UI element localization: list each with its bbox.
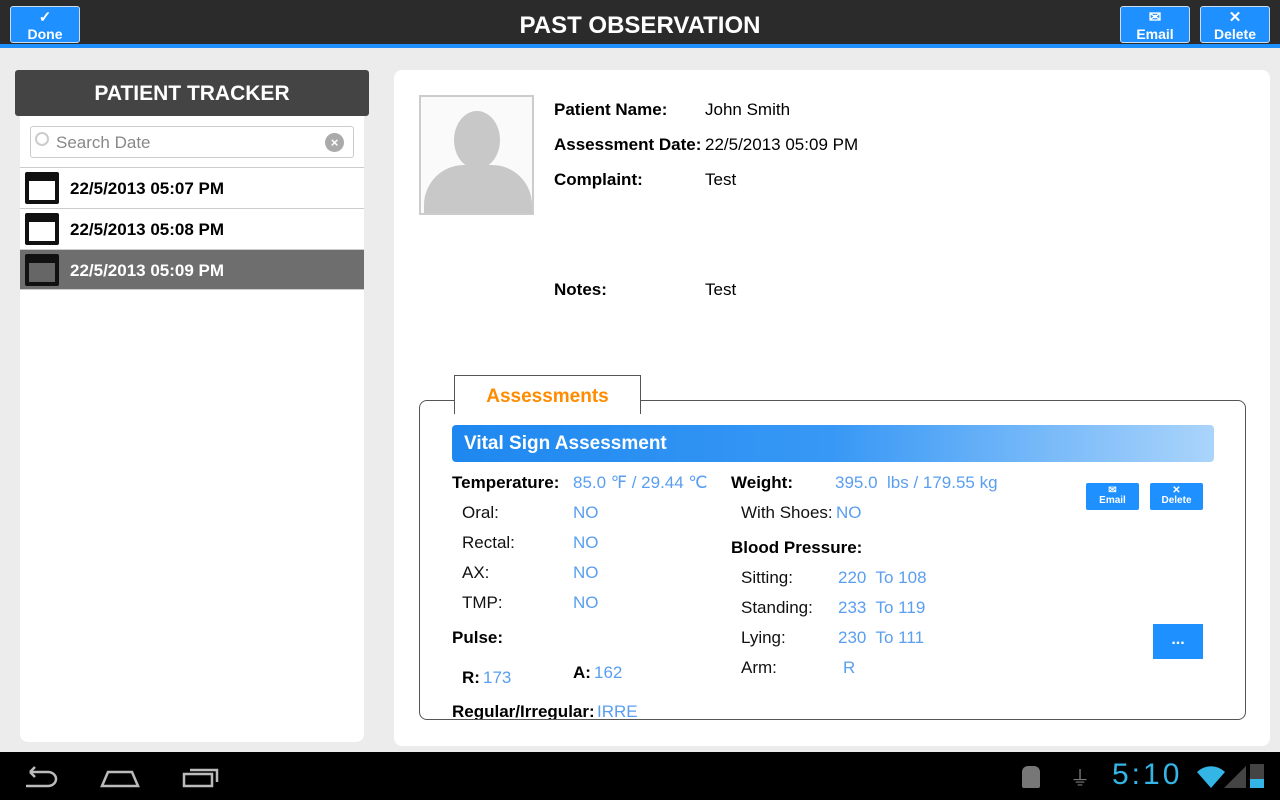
arm-label: Arm: <box>741 658 777 677</box>
panel-title: PATIENT TRACKER <box>15 70 369 116</box>
recent-apps-icon[interactable] <box>182 766 220 788</box>
section-title: Vital Sign Assessment <box>452 425 1214 462</box>
rectal-label: Rectal: <box>462 533 515 552</box>
complaint-label: Complaint: <box>554 170 643 189</box>
item-label: 22/5/2013 05:08 PM <box>70 220 225 239</box>
oral-value: NO <box>573 503 599 522</box>
notes-label: Notes: <box>554 280 607 299</box>
ax-label: AX: <box>462 563 490 582</box>
pulse-a-label: A: <box>573 663 591 682</box>
signal-icon <box>1224 766 1246 788</box>
lying-value: 230 To 111 <box>838 628 925 647</box>
patient-name-label: Patient Name: <box>554 100 668 119</box>
item-label: 22/5/2013 05:09 PM <box>70 261 225 280</box>
assessments-box: Vital Sign Assessment Temperature: 85.0 … <box>419 400 1246 720</box>
regular-label: Regular/Irregular: <box>452 702 595 720</box>
search-date-input[interactable]: Search Date × <box>30 126 354 158</box>
android-debug-icon <box>1022 766 1040 788</box>
patient-tracker-panel: PATIENT TRACKER Search Date × 22/5/2013 … <box>15 70 369 742</box>
assessment-email-button[interactable]: ✉ Email <box>1086 483 1139 510</box>
pulse-a-value: 162 <box>594 663 623 682</box>
regular-value: IRRE <box>597 702 638 720</box>
list-item[interactable]: 22/5/2013 05:07 PM <box>20 167 364 208</box>
blood-pressure-label: Blood Pressure: <box>731 538 863 557</box>
envelope-icon: ✉ <box>1148 9 1162 26</box>
email-label: Email <box>1136 26 1174 42</box>
arm-value: R <box>843 658 856 677</box>
calendar-icon <box>25 213 59 245</box>
temperature-label: Temperature: <box>452 473 560 492</box>
avatar <box>419 95 534 215</box>
with-shoes-value: NO <box>836 503 862 522</box>
rectal-value: NO <box>573 533 599 552</box>
pulse-r-label: R: <box>462 668 480 687</box>
weight-label: Weight: <box>731 473 794 492</box>
lying-label: Lying: <box>741 628 786 647</box>
battery-charging-icon <box>1250 764 1264 788</box>
oral-label: Oral: <box>462 503 499 522</box>
wifi-icon <box>1197 766 1225 788</box>
temperature-value: 85.0 ℉ / 29.44 ℃ <box>573 473 708 492</box>
tmp-value: NO <box>573 593 599 612</box>
sitting-label: Sitting: <box>741 568 793 587</box>
usb-icon: ⏚ <box>1070 768 1090 790</box>
calendar-icon <box>25 172 59 204</box>
with-shoes-label: With Shoes: <box>741 503 833 522</box>
delete-label: Delete <box>1161 495 1192 506</box>
search-placeholder: Search Date <box>56 133 151 152</box>
home-icon[interactable] <box>100 766 140 788</box>
email-button[interactable]: ✉ Email <box>1120 6 1190 43</box>
calendar-icon <box>25 254 59 286</box>
patient-name: John Smith <box>705 100 791 119</box>
action-bar: ✓ Done PAST OBSERVATION ✉ Email ✕ Delete <box>0 0 1280 48</box>
pulse-r-value: 173 <box>483 668 512 687</box>
standing-value: 233 To 119 <box>838 598 926 617</box>
notes: Test <box>705 280 737 299</box>
tab-assessments[interactable]: Assessments <box>454 375 641 414</box>
delete-label: Delete <box>1213 26 1257 42</box>
pulse-label: Pulse: <box>452 628 504 647</box>
x-icon: ✕ <box>1228 9 1242 26</box>
list-item-selected[interactable]: 22/5/2013 05:09 PM <box>20 249 364 290</box>
page-title: PAST OBSERVATION <box>519 12 761 39</box>
email-label: Email <box>1099 495 1126 506</box>
clear-icon[interactable]: × <box>325 133 344 152</box>
ax-value: NO <box>573 563 599 582</box>
weight-value: 395.0 lbs / 179.55 kg <box>835 473 998 492</box>
observation-detail: Patient Name: John Smith Assessment Date… <box>394 70 1270 746</box>
assessment-delete-button[interactable]: ✕ Delete <box>1150 483 1203 510</box>
tmp-label: TMP: <box>462 593 503 612</box>
delete-button[interactable]: ✕ Delete <box>1200 6 1270 43</box>
item-label: 22/5/2013 05:07 PM <box>70 179 225 198</box>
clock: 5:10 <box>1112 758 1183 791</box>
assessment-date-label: Assessment Date: <box>554 135 702 154</box>
standing-label: Standing: <box>741 598 813 617</box>
assessment-date: 22/5/2013 05:09 PM <box>705 135 859 154</box>
search-icon <box>35 132 49 146</box>
sitting-value: 220 To 108 <box>838 568 927 587</box>
back-icon[interactable] <box>22 766 58 788</box>
list-item[interactable]: 22/5/2013 05:08 PM <box>20 208 364 249</box>
system-nav-bar: ⏚ 5:10 <box>0 752 1280 800</box>
complaint: Test <box>705 170 737 189</box>
more-button[interactable]: ... <box>1153 624 1203 659</box>
